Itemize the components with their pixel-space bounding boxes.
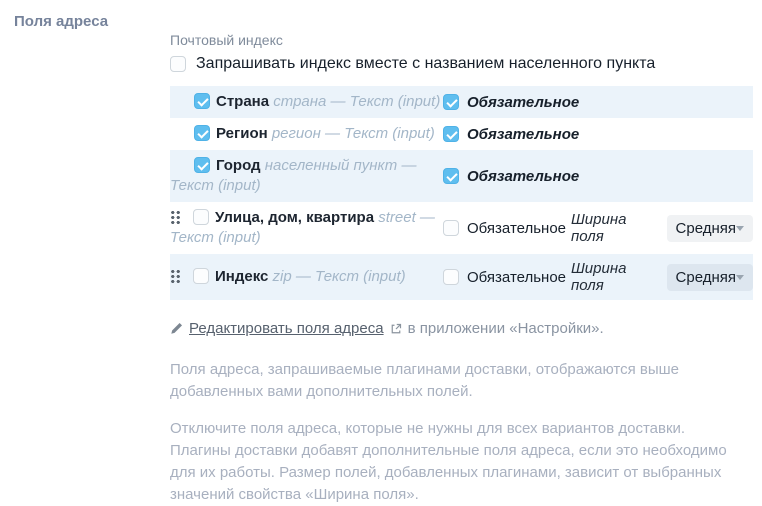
table-row: Индекс zip — Текст (input) Обязательное … <box>170 254 753 300</box>
field-name: Улица, дом, квартира <box>215 209 374 226</box>
field-description: регион — Текст (input) <box>272 125 435 142</box>
field-name: Индекс <box>215 268 268 285</box>
postcode-label: Почтовый индекс <box>170 32 762 48</box>
field-name: Страна <box>216 93 269 110</box>
required-cell: Обязательное <box>443 168 571 185</box>
required-checkbox[interactable] <box>443 168 459 184</box>
required-label[interactable]: Обязательное <box>467 126 579 143</box>
edit-link-suffix: в приложении «Настройки». <box>408 320 604 337</box>
width-label: Ширина поля <box>571 260 653 294</box>
table-row: Регион регион — Текст (input) Обязательн… <box>170 118 753 150</box>
required-cell: Обязательное <box>443 126 571 143</box>
note-paragraph: Поля адреса, запрашиваемые плагинами дос… <box>170 359 730 403</box>
required-label[interactable]: Обязательное <box>467 168 579 185</box>
table-row: Город населенный пункт — Текст (input) О… <box>170 150 753 202</box>
required-label[interactable]: Обязательное <box>467 94 579 111</box>
field-width-select[interactable]: Средняя <box>667 264 753 291</box>
required-checkbox[interactable] <box>443 269 459 285</box>
table-row: Улица, дом, квартира street — Текст (inp… <box>170 202 753 254</box>
postcode-checkbox-row[interactable]: Запрашивать индекс вместе с названием на… <box>170 55 762 73</box>
field-name: Город <box>216 157 261 174</box>
edit-address-fields-link[interactable]: Редактировать поля адреса <box>189 320 384 337</box>
caret-down-icon <box>736 226 744 231</box>
required-checkbox[interactable] <box>443 126 459 142</box>
field-cell: Страна страна — Текст (input) <box>170 92 443 112</box>
field-description: страна — Текст (input) <box>273 93 440 110</box>
field-enabled-checkbox[interactable] <box>194 125 210 141</box>
address-fields-table: Страна страна — Текст (input) Обязательн… <box>170 86 753 300</box>
required-cell: Обязательное <box>443 94 571 111</box>
postcode-checkbox-label[interactable]: Запрашивать индекс вместе с названием на… <box>196 55 655 73</box>
drag-handle-icon[interactable] <box>170 210 181 224</box>
width-cell: Ширина поля Средняя <box>571 260 753 294</box>
external-link-icon <box>390 323 402 335</box>
field-width-value: Средняя <box>676 220 736 237</box>
field-enabled-checkbox[interactable] <box>194 157 210 173</box>
table-row: Страна страна — Текст (input) Обязательн… <box>170 86 753 118</box>
postcode-checkbox[interactable] <box>170 56 186 72</box>
field-description: zip — Текст (input) <box>273 268 406 285</box>
required-cell: Обязательное <box>443 220 571 237</box>
required-cell: Обязательное <box>443 269 571 286</box>
field-cell: Город населенный пункт — Текст (input) <box>170 156 443 196</box>
field-cell: Улица, дом, квартира street — Текст (inp… <box>170 208 443 248</box>
section-label-column: Поля адреса <box>14 13 170 506</box>
section-content: Почтовый индекс Запрашивать индекс вмест… <box>170 13 762 506</box>
field-enabled-checkbox[interactable] <box>194 93 210 109</box>
drag-handle-icon[interactable] <box>170 269 181 283</box>
settings-section: Поля адреса Почтовый индекс Запрашивать … <box>0 0 762 506</box>
field-width-value: Средняя <box>676 269 736 286</box>
pencil-icon <box>170 322 183 335</box>
field-cell: Индекс zip — Текст (input) <box>170 267 443 287</box>
required-label[interactable]: Обязательное <box>467 269 566 286</box>
required-label[interactable]: Обязательное <box>467 220 566 237</box>
field-enabled-checkbox[interactable] <box>193 209 209 225</box>
field-width-select[interactable]: Средняя <box>667 215 753 242</box>
note-paragraph: Отключите поля адреса, которые не нужны … <box>170 418 730 506</box>
edit-link-line: Редактировать поля адреса в приложении «… <box>170 320 762 337</box>
field-enabled-checkbox[interactable] <box>193 268 209 284</box>
width-cell: Ширина поля Средняя <box>571 211 753 245</box>
section-title: Поля адреса <box>14 13 170 30</box>
width-label: Ширина поля <box>571 211 653 245</box>
caret-down-icon <box>736 275 744 280</box>
required-checkbox[interactable] <box>443 220 459 236</box>
field-cell: Регион регион — Текст (input) <box>170 124 443 144</box>
required-checkbox[interactable] <box>443 94 459 110</box>
field-name: Регион <box>216 125 268 142</box>
